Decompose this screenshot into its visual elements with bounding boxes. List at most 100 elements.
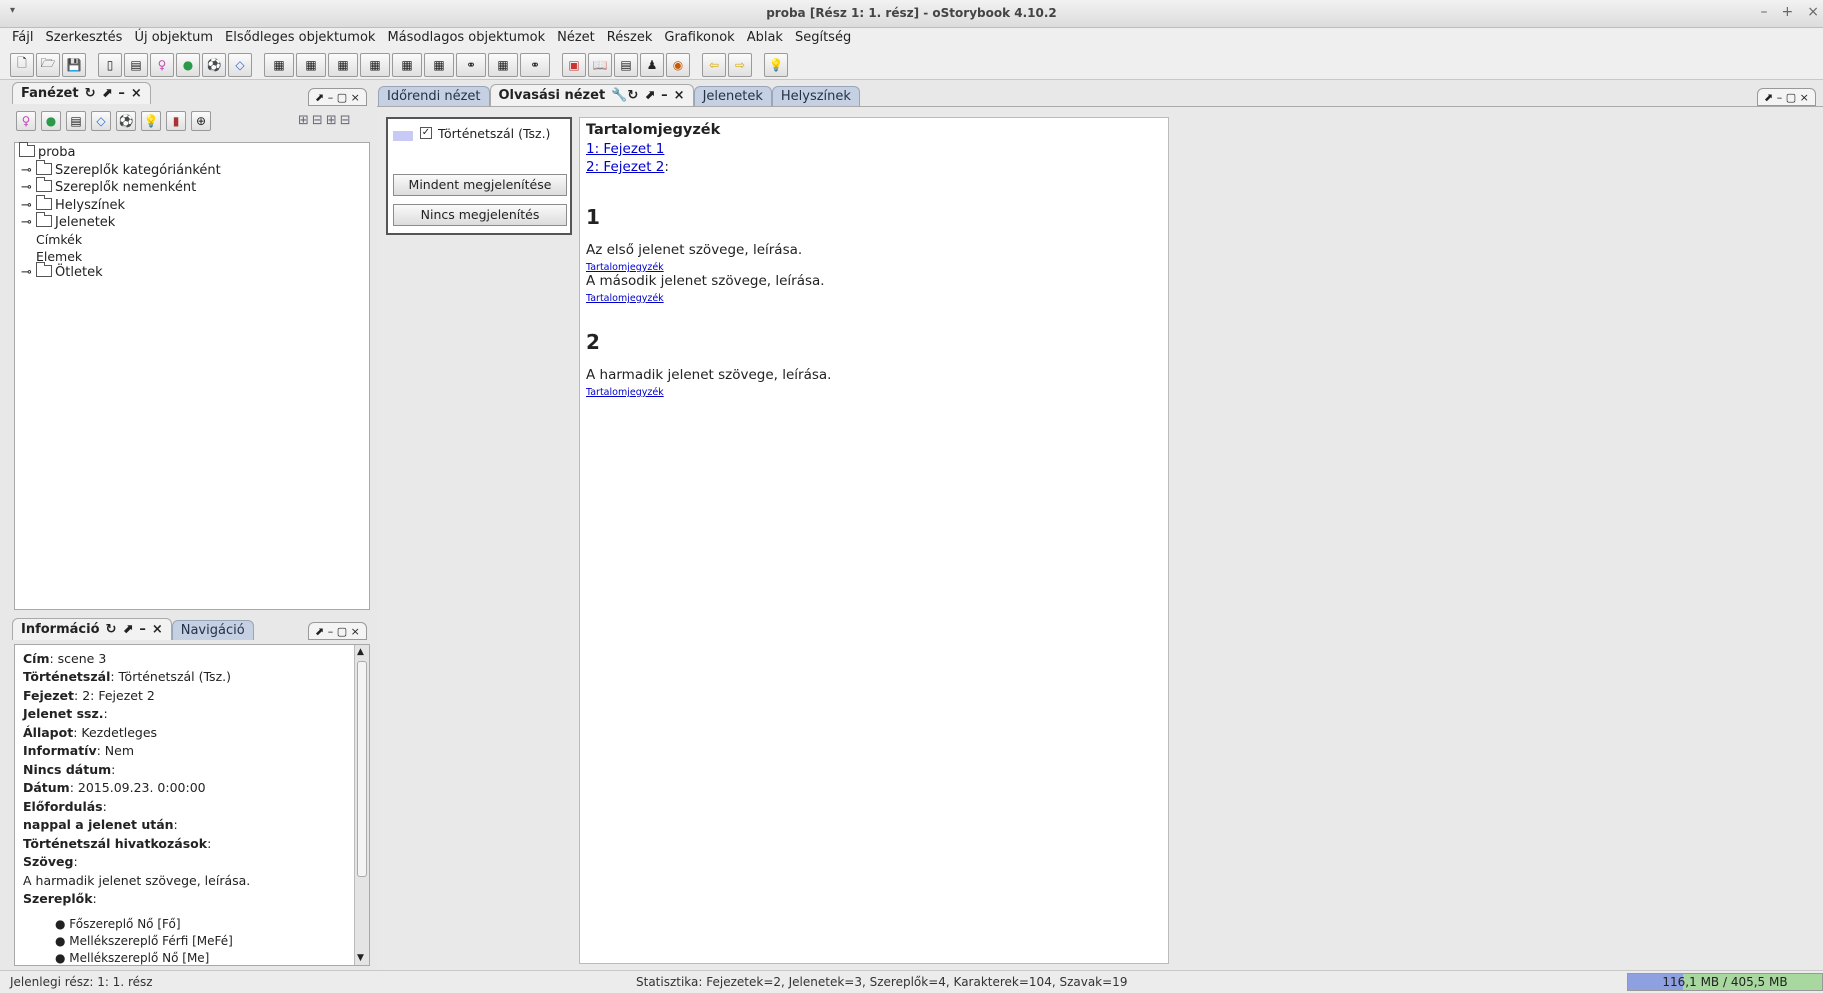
gender-table-icon[interactable]: ▦	[360, 52, 390, 77]
menu-parts[interactable]: Részek	[601, 28, 659, 50]
scene-filter-icon[interactable]: ▤	[66, 111, 86, 131]
location-filter-icon[interactable]: ●	[41, 111, 61, 131]
book-icon[interactable]: 📖	[588, 52, 612, 77]
float-icon[interactable]: ⬈	[122, 622, 133, 637]
memo-icon[interactable]: ▤	[614, 52, 638, 77]
strand-color-swatch	[393, 131, 413, 141]
menu-edit[interactable]: Szerkesztés	[39, 28, 128, 50]
info-line: Informatív: Nem	[23, 743, 135, 758]
float-icon[interactable]: ⬈	[644, 88, 655, 103]
folder-icon	[36, 195, 53, 210]
back-to-toc-link[interactable]: Tartalomjegyzék	[586, 387, 664, 398]
location-icon[interactable]: ●	[176, 52, 200, 77]
close-window-button[interactable]: ×	[1807, 4, 1819, 20]
reading-icon[interactable]: ♟	[640, 52, 664, 77]
item-icon[interactable]: ⚽	[202, 52, 226, 77]
float-icon[interactable]: ⬈	[101, 86, 112, 101]
tab-reading-view[interactable]: Olvasási nézet 🔧↻ ⬈ – ×	[489, 84, 694, 106]
tree-item-locations[interactable]: ⊸ Helyszínek	[21, 195, 125, 213]
chapters-table-icon[interactable]: ▦	[264, 52, 294, 77]
chapter-icon[interactable]: ▯	[98, 52, 122, 77]
tag-icon[interactable]: ◇	[228, 52, 252, 77]
person-icon[interactable]: ♀	[150, 52, 174, 77]
minimize-window-button[interactable]: –	[1761, 4, 1768, 20]
person-filter-icon[interactable]: ♀	[16, 111, 36, 131]
toc-link-chapter-1[interactable]: 1: Fejezet 1	[586, 141, 664, 157]
refresh-icon[interactable]: ↻	[106, 622, 117, 637]
taglinks-icon[interactable]: ⚭	[520, 52, 550, 77]
scene-icon[interactable]: ▤	[124, 52, 148, 77]
menu-charts[interactable]: Grafikonok	[658, 28, 740, 50]
strand-checkbox[interactable]: ✓	[420, 127, 432, 139]
show-none-button[interactable]: Nincs megjelenítés	[393, 204, 567, 226]
tree-item-label: Szereplők nemenként	[55, 180, 197, 195]
scroll-down-icon[interactable]: ▼	[357, 953, 364, 963]
back-to-toc-link[interactable]: Tartalomjegyzék	[586, 262, 664, 273]
menu-file[interactable]: Fájl	[6, 28, 39, 50]
item-filter-icon[interactable]: ⚽	[116, 111, 136, 131]
expand-all-icon[interactable]: ⊞	[326, 113, 337, 128]
memory-label: 116,1 MB / 405,5 MB	[1662, 975, 1788, 989]
tab-locations[interactable]: Helyszínek	[771, 86, 860, 106]
tree-item-scenes[interactable]: ⊸ Jelenetek	[21, 212, 115, 230]
back-to-toc-link[interactable]: Tartalomjegyzék	[586, 293, 664, 304]
scroll-up-icon[interactable]: ▲	[357, 647, 364, 657]
tab-chrono-view[interactable]: Időrendi nézet	[378, 86, 490, 106]
tree-root[interactable]: proba	[19, 142, 75, 160]
maximize-window-button[interactable]: +	[1782, 4, 1794, 20]
minimize-icon[interactable]: –	[118, 86, 125, 101]
tab-tree-view[interactable]: Fanézet ↻ ⬈ – ×	[12, 82, 151, 104]
back-arrow-icon[interactable]: ⇦	[702, 52, 726, 77]
panel-controls[interactable]: ⬈ – ▢ ×	[308, 88, 367, 106]
idea-icon[interactable]: 💡	[764, 52, 788, 77]
toc-link-chapter-2[interactable]: 2: Fejezet 2	[586, 159, 664, 175]
chrono-icon[interactable]: ◉	[666, 52, 690, 77]
toc-suffix: :	[664, 159, 669, 175]
forward-arrow-icon[interactable]: ⇨	[728, 52, 752, 77]
menu-view[interactable]: Nézet	[551, 28, 601, 50]
menu-help[interactable]: Segítség	[789, 28, 857, 50]
info-scrollbar[interactable]: ▲ ▼	[354, 645, 369, 965]
memory-gauge[interactable]: 116,1 MB / 405,5 MB	[1627, 973, 1823, 991]
all-filter-icon[interactable]: ⊕	[191, 111, 211, 131]
main-panel-controls[interactable]: ⬈ – ▢ ×	[1757, 88, 1816, 106]
tags-table-icon[interactable]: ▦	[488, 52, 518, 77]
minimize-icon[interactable]: –	[139, 622, 146, 637]
menu-secondary-objects[interactable]: Másodlagos objektumok	[381, 28, 551, 50]
minimize-icon[interactable]: –	[661, 88, 668, 103]
tree-item-characters-by-gender[interactable]: ⊸ Szereplők nemenként	[21, 177, 197, 195]
menu-primary-objects[interactable]: Elsődleges objektumok	[219, 28, 381, 50]
tree-item-ideas[interactable]: ⊸ Ötletek	[21, 262, 103, 280]
scenes-table-icon[interactable]: ▦	[296, 52, 326, 77]
close-icon[interactable]: ×	[674, 88, 685, 103]
collapse-all-icon[interactable]: ⊟	[340, 113, 351, 128]
items-table-icon[interactable]: ▦	[424, 52, 454, 77]
zoom-icon[interactable]: 🔧↻	[611, 88, 638, 103]
open-folder-icon[interactable]: 🗁	[36, 52, 60, 77]
persons-table-icon[interactable]: ▦	[328, 52, 358, 77]
itemlinks-icon[interactable]: ⚭	[456, 52, 486, 77]
expand-grid-icon[interactable]: ⊞	[298, 113, 309, 128]
tree-item-tags[interactable]: Címkék	[36, 232, 82, 247]
close-icon[interactable]: ×	[131, 86, 142, 101]
refresh-icon[interactable]: ↻	[85, 86, 96, 101]
scroll-thumb[interactable]	[357, 661, 367, 877]
show-all-button[interactable]: Mindent megjelenítése	[393, 174, 567, 196]
tag-filter-icon[interactable]: ◇	[91, 111, 111, 131]
tree-panel: Fanézet ↻ ⬈ – × ⬈ – ▢ × ♀ ● ▤ ◇ ⚽ 💡 ▮ ⊕ ⊞ ⊟ ⊞ ⊟…	[10, 82, 372, 614]
locations-table-icon[interactable]: ▦	[392, 52, 422, 77]
tab-navigation[interactable]: Navigáció	[171, 620, 254, 640]
strand-filter-icon[interactable]: ▮	[166, 111, 186, 131]
tab-scenes[interactable]: Jelenetek	[693, 86, 772, 106]
tab-info[interactable]: Információ ↻ ⬈ – ×	[12, 618, 172, 640]
close-icon[interactable]: ×	[152, 622, 163, 637]
new-file-icon[interactable]: 🗋	[10, 52, 34, 77]
calendar-icon[interactable]: ▣	[562, 52, 586, 77]
save-icon[interactable]: 💾	[62, 52, 86, 77]
menu-new-object[interactable]: Új objektum	[128, 28, 219, 50]
menu-window[interactable]: Ablak	[741, 28, 789, 50]
tree-item-characters-by-category[interactable]: ⊸ Szereplők kategóriánként	[21, 160, 221, 178]
idea-filter-icon[interactable]: 💡	[141, 111, 161, 131]
collapse-grid-icon[interactable]: ⊟	[312, 113, 323, 128]
panel-controls[interactable]: ⬈ – ▢ ×	[308, 622, 367, 640]
